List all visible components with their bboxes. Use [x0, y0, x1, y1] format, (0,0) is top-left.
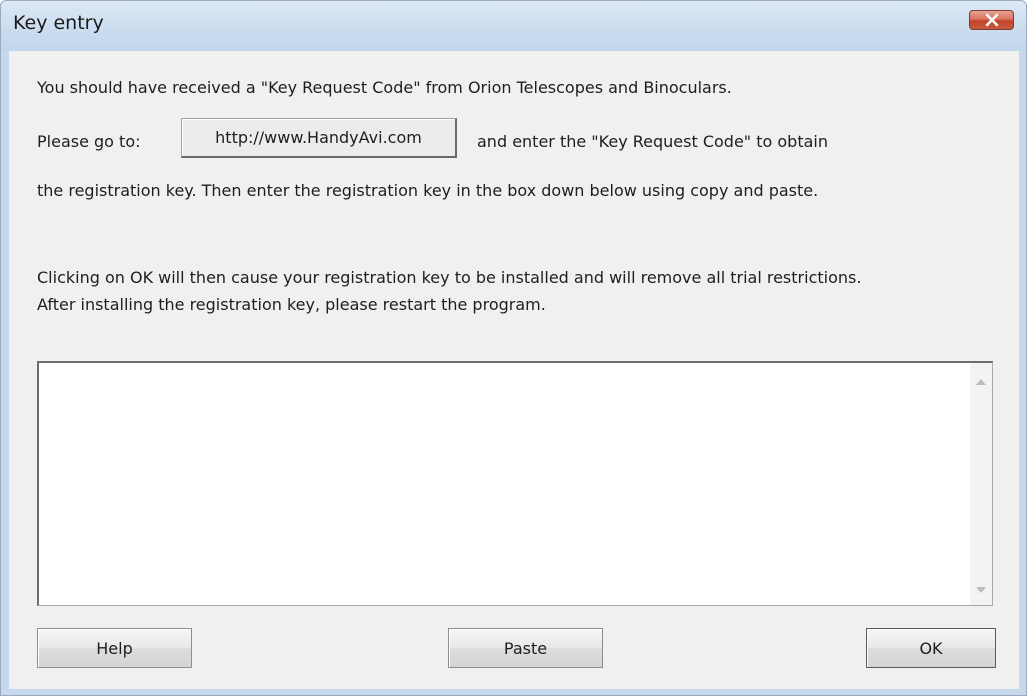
info-line-2: After installing the registration key, p… — [37, 295, 546, 314]
help-button[interactable]: Help — [37, 628, 192, 668]
website-link-button[interactable]: http://www.HandyAvi.com — [181, 118, 457, 158]
registration-key-input[interactable] — [37, 361, 993, 606]
info-line-1: Clicking on OK will then cause your regi… — [37, 268, 862, 287]
goto-prefix-text: Please go to: — [37, 132, 141, 151]
ok-button[interactable]: OK — [866, 628, 996, 668]
instruction-line-1: You should have received a "Key Request … — [37, 78, 732, 97]
vertical-scrollbar[interactable] — [970, 363, 992, 605]
close-button[interactable] — [969, 10, 1014, 30]
key-entry-dialog: Key entry You should have received a "Ke… — [0, 0, 1027, 696]
window-title: Key entry — [13, 12, 104, 34]
paste-button[interactable]: Paste — [448, 628, 603, 668]
dialog-body: You should have received a "Key Request … — [9, 51, 1019, 689]
chevron-up-icon — [976, 379, 986, 385]
close-icon — [985, 13, 999, 27]
instruction-line-3: the registration key. Then enter the reg… — [37, 181, 819, 200]
scroll-up-arrow[interactable] — [970, 371, 992, 393]
scroll-down-arrow[interactable] — [970, 579, 992, 601]
chevron-down-icon — [976, 587, 986, 593]
title-bar[interactable]: Key entry — [1, 1, 1026, 51]
goto-suffix-text: and enter the "Key Request Code" to obta… — [477, 132, 828, 151]
